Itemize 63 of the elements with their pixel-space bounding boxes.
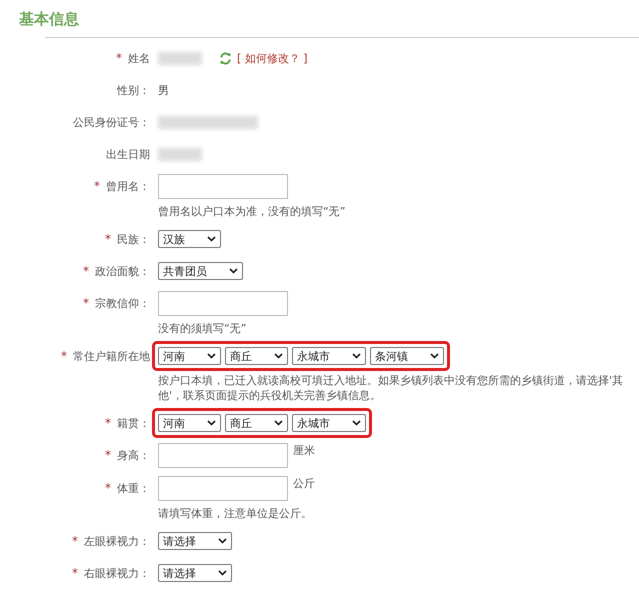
field-label: 左眼裸视力： [84, 534, 150, 548]
input-field[interactable] [158, 476, 288, 501]
dropdown[interactable]: 条河镇 [370, 347, 444, 365]
required-mark: * [72, 534, 78, 548]
chevron-icon [274, 353, 283, 359]
chevron-icon [229, 268, 238, 274]
dropdown[interactable]: 商丘 [225, 414, 288, 432]
field-label: 公民身份证号： [73, 114, 150, 130]
field-label: 籍贯： [117, 416, 150, 430]
hint-text: 请填写体重，注意单位是公斤。 [158, 506, 312, 521]
required-mark: * [105, 448, 111, 462]
unit-label: 厘米 [293, 443, 315, 458]
input-field[interactable] [158, 174, 288, 199]
refresh-icon[interactable] [219, 52, 232, 64]
field-label: 出生日期 [106, 146, 150, 162]
chevron-icon [207, 353, 216, 359]
field-label: 宗教信仰： [95, 296, 150, 310]
dropdown[interactable]: 请选择 [158, 532, 232, 550]
blurred-value [158, 52, 202, 64]
chevron-icon [207, 236, 216, 242]
chevron-icon [207, 420, 216, 426]
field-label: 身高： [117, 448, 150, 462]
chevron-icon [352, 420, 361, 426]
field-label: 政治面貌： [95, 264, 150, 278]
dropdown[interactable]: 商丘 [225, 347, 288, 365]
section-title: 基本信息 [19, 10, 79, 29]
chevron-icon [218, 538, 227, 544]
how-to-change-link[interactable]: [ 如何修改？ ] [237, 50, 308, 66]
input-field[interactable] [158, 443, 288, 468]
chevron-icon [430, 353, 439, 359]
chevron-icon [274, 420, 283, 426]
hint-text: 按户口本填，已迁入就读高校可填迁入地址。如果乡镇列表中没有您所需的乡镇街道，请选择'其他'，联系页面提示的兵役机关完善乡镇信息。 [158, 373, 624, 403]
dropdown[interactable]: 共青团员 [158, 262, 243, 280]
required-mark: * [94, 179, 100, 193]
dropdown[interactable]: 永城市 [292, 414, 366, 432]
field-label: 体重： [117, 480, 150, 496]
required-mark: * [116, 51, 122, 65]
dropdown[interactable]: 请选择 [158, 564, 232, 582]
dropdown[interactable]: 永城市 [292, 347, 366, 365]
field-label: 性别： [117, 82, 150, 98]
field-value: 男 [158, 82, 169, 98]
field-label: 常住户籍所在地 [73, 348, 150, 364]
required-mark: * [72, 566, 78, 580]
dropdown[interactable]: 汉族 [158, 230, 221, 248]
input-field[interactable] [158, 291, 288, 316]
hint-text: 曾用名以户口本为准，没有的填写“无” [158, 204, 346, 219]
dropdown[interactable]: 河南 [158, 347, 221, 365]
field-label: 右眼裸视力： [84, 566, 150, 580]
blurred-value [158, 148, 202, 160]
required-mark: * [61, 349, 67, 363]
dropdown[interactable]: 河南 [158, 414, 221, 432]
required-mark: * [83, 296, 89, 310]
chevron-icon [218, 570, 227, 576]
field-label: 民族： [117, 232, 150, 246]
required-mark: * [105, 416, 111, 430]
required-mark: * [83, 264, 89, 278]
required-mark: * [105, 481, 111, 495]
required-mark: * [105, 232, 111, 246]
chevron-icon [352, 353, 361, 359]
field-label: 姓名 [128, 50, 150, 66]
hint-text: 没有的须填写“无” [158, 321, 246, 336]
field-label: 曾用名： [106, 178, 150, 194]
unit-label: 公斤 [293, 476, 315, 491]
